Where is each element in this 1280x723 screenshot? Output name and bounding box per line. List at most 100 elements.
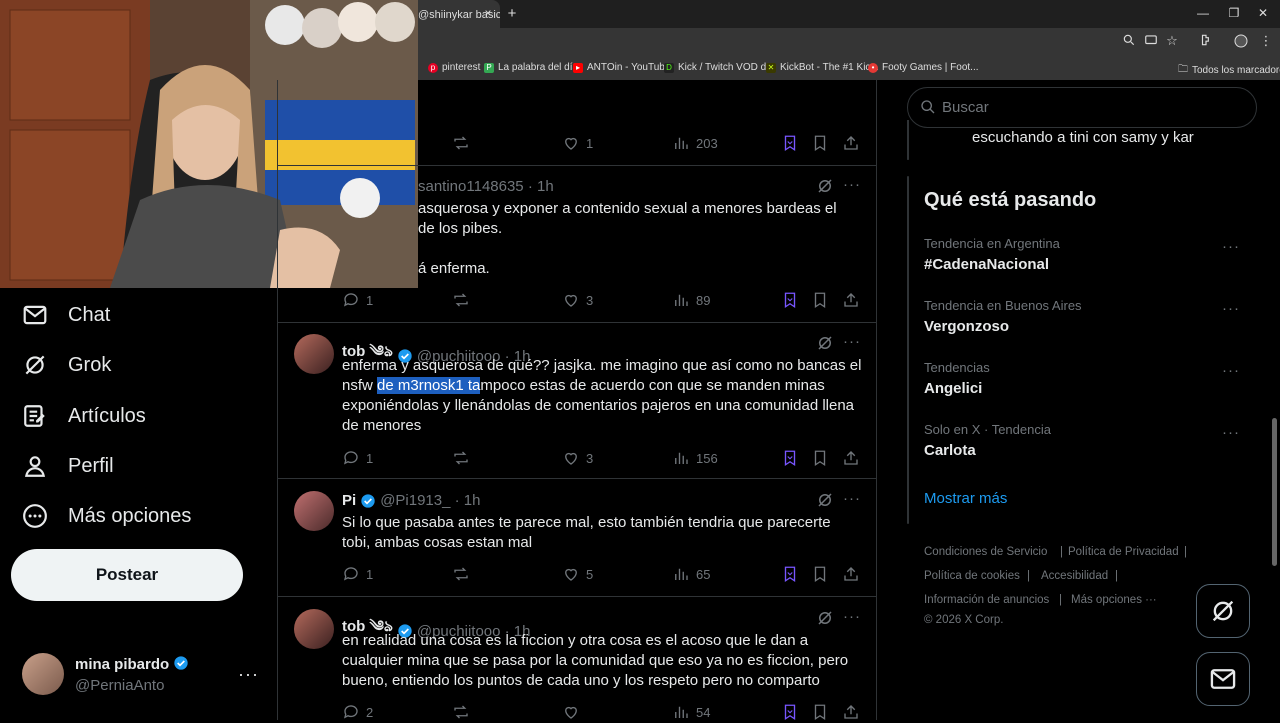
- bookmark-button[interactable]: [811, 291, 829, 309]
- trend-item[interactable]: #CadenaNacional: [924, 256, 1049, 273]
- retweet-button[interactable]: [452, 449, 470, 467]
- grok-explain-button[interactable]: [781, 449, 799, 467]
- reply-button[interactable]: 1: [342, 449, 373, 467]
- retweet-button[interactable]: [452, 703, 470, 721]
- trend-more-icon[interactable]: ···: [1222, 424, 1240, 441]
- trend-more-icon[interactable]: ···: [1222, 300, 1240, 317]
- tab-close-icon[interactable]: ×: [480, 6, 496, 22]
- kickbot-icon: ✕: [766, 62, 776, 73]
- share-button[interactable]: [842, 134, 860, 152]
- nav-perfil[interactable]: Perfil: [22, 446, 114, 486]
- nav-grok[interactable]: Grok: [22, 345, 111, 385]
- grok-icon[interactable]: [816, 491, 834, 509]
- tweet-more-icon[interactable]: ···: [843, 490, 861, 507]
- search-input[interactable]: Buscar: [907, 87, 1257, 128]
- post-button[interactable]: Postear: [11, 549, 243, 601]
- tweet-more-icon[interactable]: ···: [843, 333, 861, 350]
- bookmark-youtube[interactable]: ▸ ANTOin - YouTube: [573, 62, 670, 73]
- extensions-icon[interactable]: [1197, 33, 1215, 51]
- reply-button[interactable]: 1: [342, 291, 373, 309]
- browser-menu-icon[interactable]: ⋮: [1257, 33, 1275, 51]
- account-menu-icon[interactable]: ···: [238, 664, 259, 685]
- footer-link[interactable]: Más opciones ···: [1071, 594, 1157, 606]
- grok-icon[interactable]: [816, 609, 834, 627]
- views-button[interactable]: 54: [672, 703, 710, 721]
- nav-articulos[interactable]: Artículos: [22, 396, 146, 436]
- bookmark-button[interactable]: [811, 703, 829, 721]
- tweet-avatar[interactable]: [294, 334, 334, 374]
- views-button[interactable]: 65: [672, 565, 710, 583]
- space-card[interactable]: [907, 120, 909, 160]
- retweet-button[interactable]: [452, 291, 470, 309]
- like-button[interactable]: 1: [562, 134, 593, 152]
- tweet-avatar[interactable]: [294, 491, 334, 531]
- account-name[interactable]: mina pibardo: [75, 655, 189, 673]
- trend-more-icon[interactable]: ···: [1222, 238, 1240, 255]
- bookmark-kick-vod[interactable]: D Kick / Twitch VOD d...: [664, 62, 775, 73]
- bookmark-footy[interactable]: • Footy Games | Foot...: [868, 62, 979, 73]
- share-button[interactable]: [842, 565, 860, 583]
- grok-explain-button[interactable]: [781, 703, 799, 721]
- new-tab-button[interactable]: +: [504, 5, 520, 22]
- views-button[interactable]: 89: [672, 291, 710, 309]
- tweet-author[interactable]: Pi: [342, 492, 356, 509]
- tweet-actions: 1 5 65: [342, 565, 862, 585]
- grok-icon[interactable]: [816, 334, 834, 352]
- maximize-button[interactable]: ❐: [1224, 6, 1244, 22]
- bookmark-button[interactable]: [811, 449, 829, 467]
- footer-link[interactable]: Política de Privacidad: [1068, 546, 1179, 558]
- tweet-avatar[interactable]: [294, 609, 334, 649]
- nav-chat[interactable]: Chat: [22, 295, 110, 335]
- bookmark-pinterest[interactable]: p pinterest: [428, 62, 480, 73]
- retweet-button[interactable]: [452, 565, 470, 583]
- trend-item[interactable]: Angelici: [924, 380, 982, 397]
- star-icon[interactable]: ☆: [1163, 33, 1181, 51]
- bookmark-kickbot[interactable]: ✕ KickBot - The #1 Kic...: [766, 62, 879, 73]
- tweet-handle[interactable]: @Pi1913_ · 1h: [380, 492, 480, 509]
- grok-explain-button[interactable]: [781, 134, 799, 152]
- footer-link[interactable]: Información de anuncios: [924, 594, 1049, 606]
- reply-button[interactable]: 2: [342, 703, 373, 721]
- like-button[interactable]: 3: [562, 449, 593, 467]
- footer-link[interactable]: Política de cookies: [924, 570, 1020, 582]
- divider: [278, 478, 876, 479]
- share-button[interactable]: [842, 449, 860, 467]
- views-button[interactable]: 156: [672, 449, 718, 467]
- selected-text: de m3rnosk1 ta: [377, 377, 481, 394]
- messages-fab-button[interactable]: [1196, 652, 1250, 706]
- all-bookmarks[interactable]: 🗀Todos los marcadores: [1178, 62, 1280, 79]
- like-button[interactable]: 5: [562, 565, 593, 583]
- scrollbar-thumb[interactable]: [1272, 418, 1277, 566]
- views-button[interactable]: 203: [672, 134, 718, 152]
- like-button[interactable]: 3: [562, 291, 593, 309]
- account-avatar[interactable]: [22, 653, 64, 695]
- grok-fab-button[interactable]: [1196, 584, 1250, 638]
- minimize-button[interactable]: —: [1193, 6, 1213, 22]
- tweet-more-icon[interactable]: ···: [843, 608, 861, 625]
- bookmark-button[interactable]: [811, 134, 829, 152]
- bookmark-palabra[interactable]: P La palabra del día: [484, 62, 578, 73]
- trend-item[interactable]: Carlota: [924, 442, 976, 459]
- trend-more-icon[interactable]: ···: [1222, 362, 1240, 379]
- footer-link[interactable]: Condiciones de Servicio: [924, 546, 1047, 558]
- grok-explain-button[interactable]: [781, 565, 799, 583]
- tweet-handle[interactable]: santino1148635 · 1h: [418, 178, 554, 195]
- tweet-more-icon[interactable]: ···: [843, 176, 861, 193]
- trend-item[interactable]: Vergonzoso: [924, 318, 1009, 335]
- grok-explain-button[interactable]: [781, 291, 799, 309]
- footer-link[interactable]: Accesibilidad: [1041, 570, 1108, 582]
- show-more-link[interactable]: Mostrar más: [924, 490, 1007, 507]
- cast-icon[interactable]: [1142, 33, 1160, 51]
- share-button[interactable]: [842, 703, 860, 721]
- like-button[interactable]: [562, 703, 586, 721]
- profile-avatar-icon[interactable]: [1232, 33, 1250, 51]
- retweet-button[interactable]: [452, 134, 470, 152]
- zoom-icon[interactable]: [1120, 33, 1138, 51]
- grok-icon[interactable]: [816, 177, 834, 195]
- bookmark-button[interactable]: [811, 565, 829, 583]
- share-button[interactable]: [842, 291, 860, 309]
- nav-mas-opciones[interactable]: Más opciones: [22, 496, 191, 536]
- views-icon: [675, 706, 688, 718]
- reply-button[interactable]: 1: [342, 565, 373, 583]
- close-window-button[interactable]: ✕: [1253, 6, 1273, 22]
